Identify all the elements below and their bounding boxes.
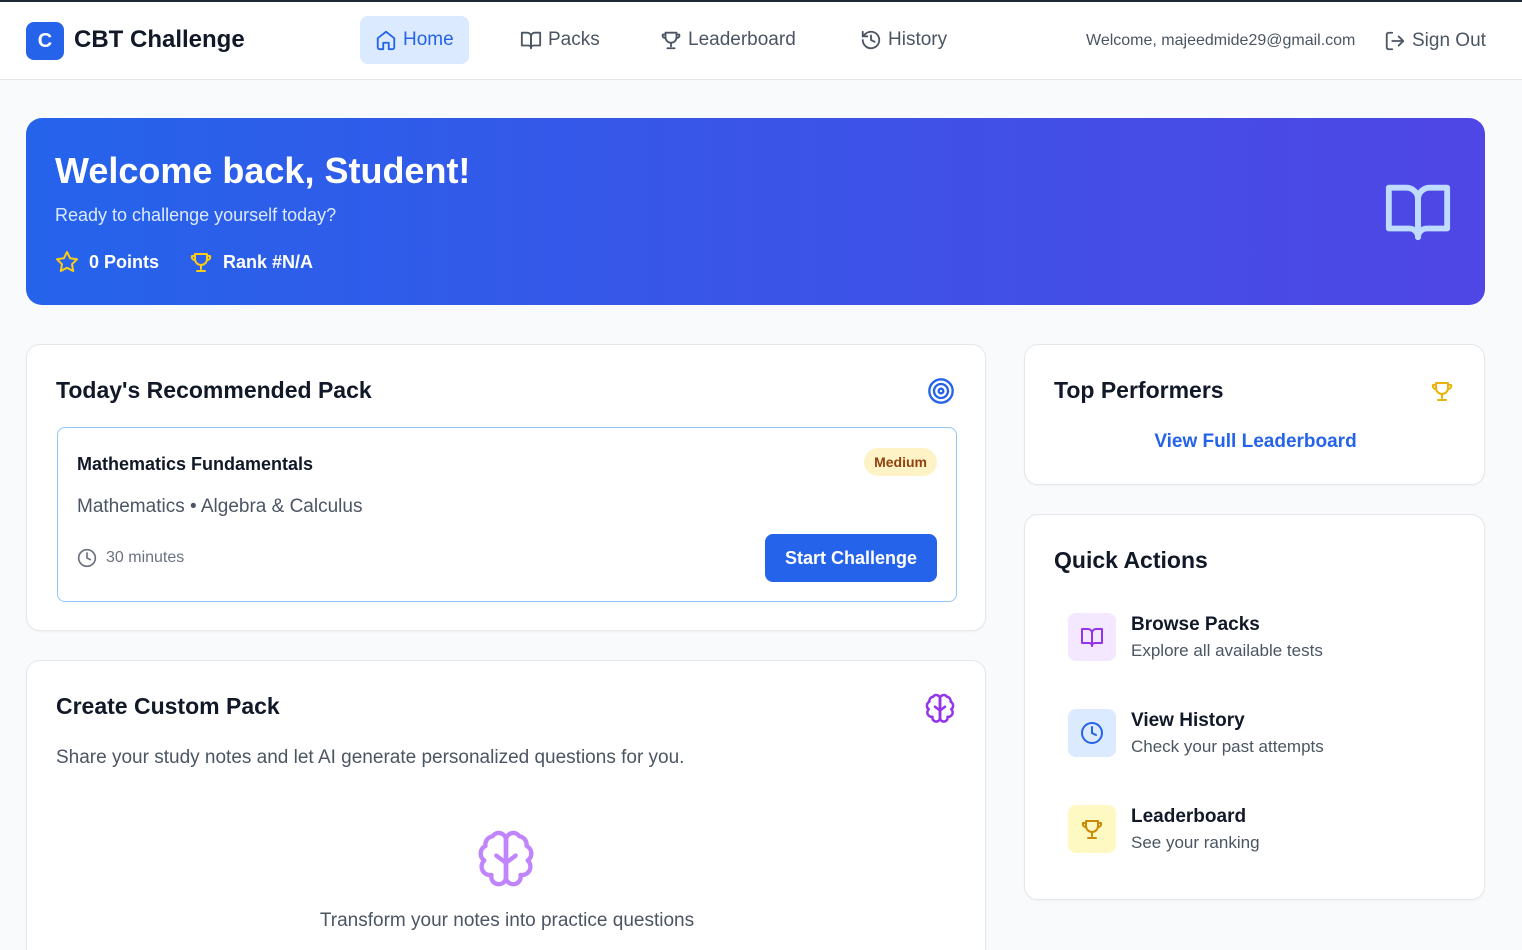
sign-out-button[interactable]: Sign Out: [1384, 30, 1486, 52]
clock-icon: [1081, 722, 1103, 744]
history-icon: [861, 30, 881, 50]
nav-leaderboard-label: Leaderboard: [688, 29, 796, 50]
custom-pack-title: Create Custom Pack: [56, 693, 280, 719]
trophy-icon: [1431, 382, 1453, 401]
duration-label: 30 minutes: [106, 549, 185, 566]
pack-subject: Mathematics • Algebra & Calculus: [77, 496, 363, 517]
home-icon: [376, 30, 396, 51]
recommended-title: Today's Recommended Pack: [56, 377, 372, 403]
open-book-icon: [1385, 184, 1451, 241]
quick-action-leaderboard[interactable]: Leaderboard See your ranking: [1068, 805, 1448, 867]
brain-icon: [478, 830, 534, 887]
recommended-pack-card: Today's Recommended Pack Mathematics Fun…: [26, 344, 986, 631]
brain-icon: [925, 693, 955, 723]
rank-stat: Rank #N/A: [189, 250, 313, 274]
quick-action-subtitle: Explore all available tests: [1131, 641, 1323, 660]
points-value: 0 Points: [89, 251, 160, 272]
browse-packs-icon-box: [1068, 613, 1116, 661]
pack-duration: 30 minutes: [77, 548, 184, 568]
custom-pack-cta: Transform your notes into practice quest…: [319, 910, 695, 931]
quick-action-title: Leaderboard: [1131, 806, 1247, 827]
quick-action-subtitle: Check your past attempts: [1131, 737, 1324, 756]
quick-action-title: View History: [1131, 710, 1245, 731]
app-header: C CBT Challenge Home Packs Leaderboard H…: [0, 2, 1522, 80]
sign-out-icon: [1385, 31, 1405, 51]
welcome-title: Welcome back, Student!: [55, 150, 471, 191]
trophy-icon: [661, 31, 681, 50]
quick-action-view-history[interactable]: View History Check your past attempts: [1068, 709, 1448, 771]
difficulty-badge: Medium: [864, 448, 937, 476]
nav-packs-label: Packs: [548, 29, 600, 50]
pack-name: Mathematics Fundamentals: [77, 454, 314, 474]
trophy-icon: [190, 253, 212, 272]
view-history-icon-box: [1068, 709, 1116, 757]
welcome-subtitle: Ready to challenge yourself today?: [55, 205, 337, 225]
quick-action-subtitle: See your ranking: [1131, 833, 1260, 852]
points-stat: 0 Points: [55, 250, 159, 274]
quick-actions-card: Quick Actions Browse Packs Explore all a…: [1024, 514, 1485, 900]
logo-badge[interactable]: C: [26, 22, 64, 60]
sign-out-label: Sign Out: [1412, 30, 1486, 51]
top-performers-card: Top Performers View Full Leaderboard: [1024, 344, 1485, 485]
book-icon: [1081, 628, 1103, 647]
quick-action-title: Browse Packs: [1131, 614, 1260, 635]
nav-packs[interactable]: Packs: [505, 16, 615, 64]
welcome-banner: Welcome back, Student! Ready to challeng…: [26, 118, 1485, 305]
nav-home[interactable]: Home: [360, 16, 469, 64]
custom-pack-card: Create Custom Pack Share your study note…: [26, 660, 986, 950]
custom-pack-description: Share your study notes and let AI genera…: [56, 747, 685, 768]
nav-history[interactable]: History: [845, 16, 962, 64]
view-full-leaderboard-link[interactable]: View Full Leaderboard: [1025, 431, 1486, 453]
clock-icon: [77, 548, 97, 568]
target-icon: [928, 378, 954, 404]
quick-action-browse-packs[interactable]: Browse Packs Explore all available tests: [1068, 613, 1448, 675]
start-challenge-button[interactable]: Start Challenge: [765, 534, 937, 582]
star-icon: [56, 251, 78, 272]
book-icon: [520, 31, 542, 50]
brand-name[interactable]: CBT Challenge: [74, 26, 245, 54]
nav-history-label: History: [888, 29, 948, 50]
recommended-pack-item[interactable]: Mathematics Fundamentals Medium Mathemat…: [57, 427, 957, 602]
nav-home-label: Home: [403, 29, 454, 50]
quick-actions-title: Quick Actions: [1054, 547, 1208, 573]
nav-leaderboard[interactable]: Leaderboard: [645, 16, 811, 64]
top-performers-title: Top Performers: [1054, 377, 1224, 403]
leaderboard-icon-box: [1068, 805, 1116, 853]
trophy-icon: [1081, 820, 1103, 839]
welcome-user-text: Welcome, majeedmide29@gmail.com: [1086, 32, 1356, 49]
rank-value: Rank #N/A: [223, 251, 314, 272]
user-stats: 0 Points Rank #N/A: [55, 250, 313, 274]
